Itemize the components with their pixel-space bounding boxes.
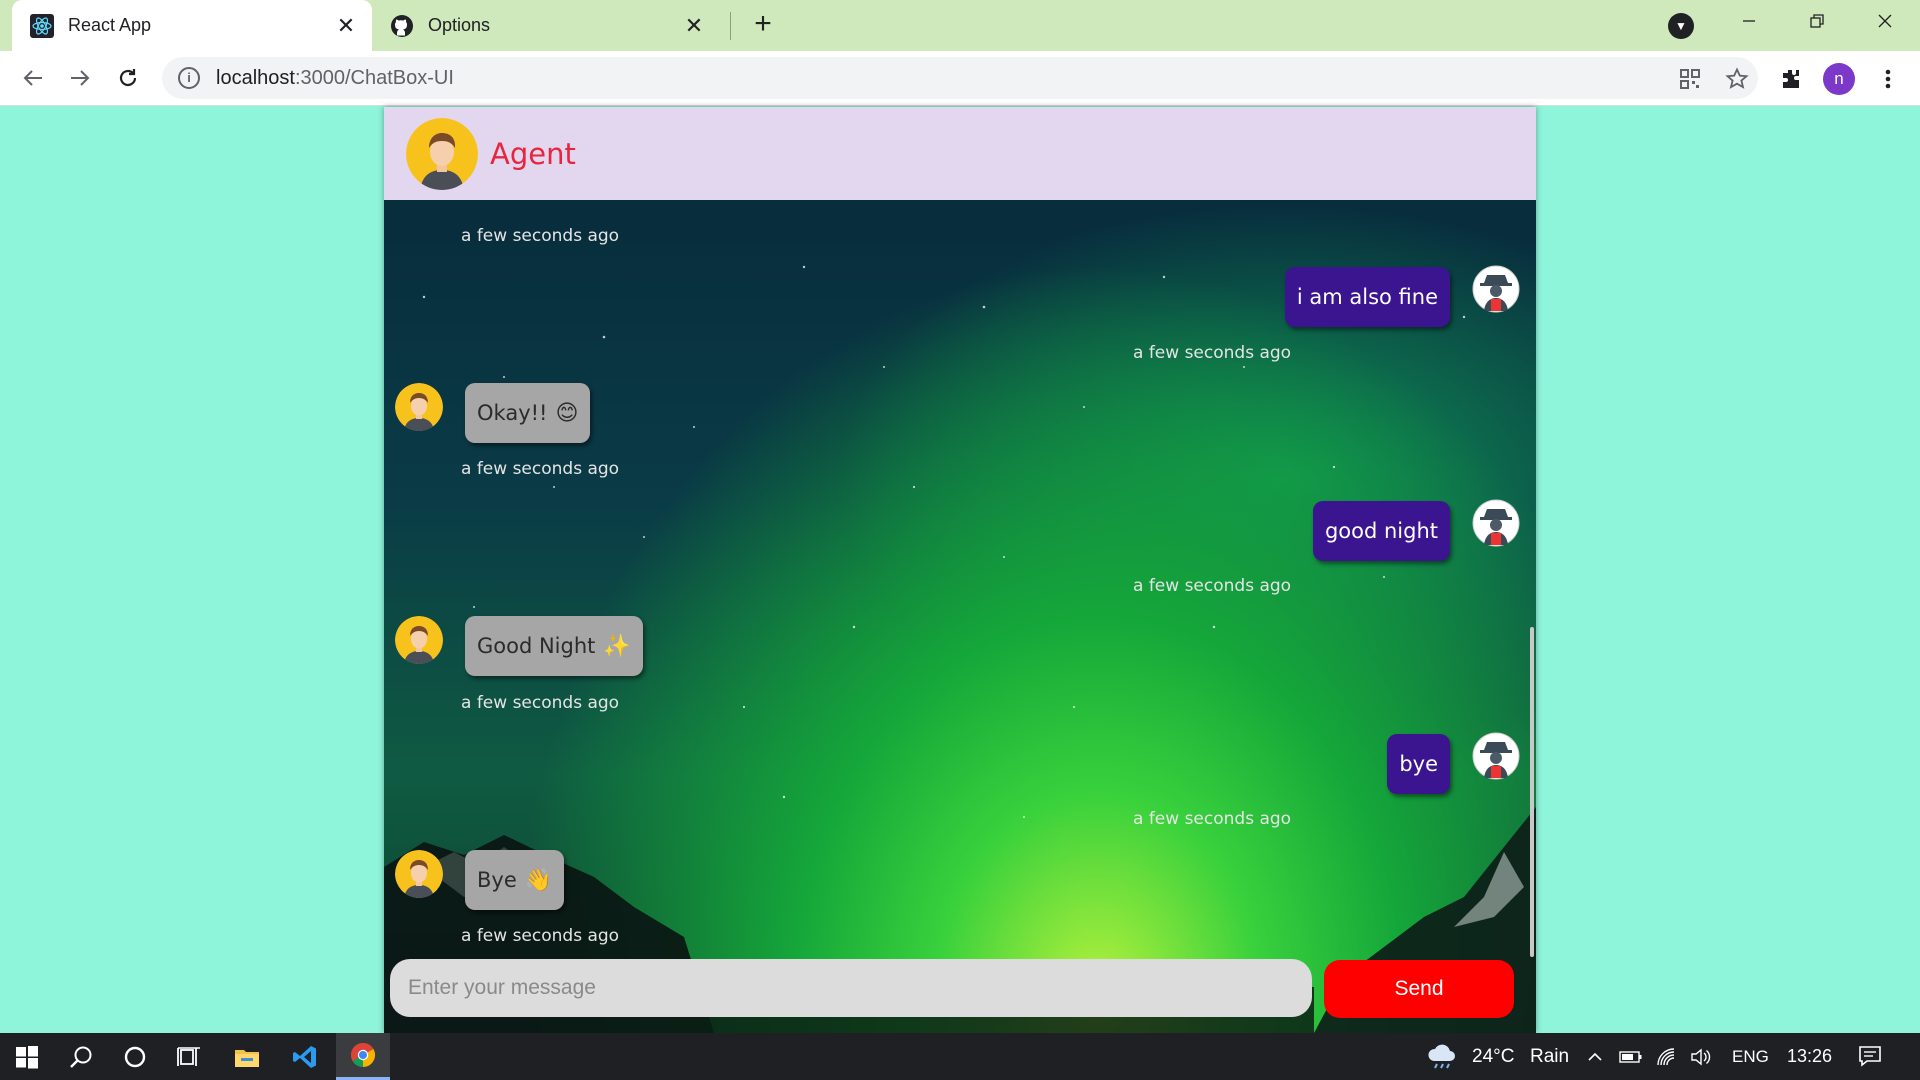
close-window-button[interactable] — [1856, 0, 1914, 42]
message-timestamp: a few seconds ago — [1133, 576, 1292, 596]
tab-title: Options — [428, 15, 491, 35]
message-text: Good Night — [477, 634, 596, 658]
smiley-emoji-icon: 😊 — [555, 400, 579, 426]
user-message-bubble: bye — [1387, 734, 1450, 794]
cortana-icon[interactable] — [108, 1033, 162, 1080]
restore-button[interactable] — [1788, 0, 1846, 42]
tab-options[interactable]: Options ✕ — [378, 0, 720, 51]
tab-separator — [730, 12, 731, 40]
user-message-bubble: good night — [1312, 501, 1450, 561]
sparkles-emoji-icon: ✨ — [603, 633, 631, 659]
address-bar[interactable]: i localhost:3000/ChatBox-UI — [162, 57, 1758, 99]
url-host: localhost — [216, 66, 295, 89]
tab-react-app[interactable]: React App ✕ — [12, 0, 372, 51]
chat-box: Agent a few seconds ago i am also fine a… — [384, 107, 1536, 1033]
battery-icon[interactable] — [1619, 1045, 1643, 1069]
url-path: :3000/ChatBox-UI — [294, 66, 454, 89]
chat-header: Agent — [384, 107, 1536, 200]
reload-button[interactable] — [111, 61, 145, 95]
info-icon[interactable]: i — [178, 67, 200, 89]
agent-avatar — [395, 616, 443, 664]
browser-toolbar: i localhost:3000/ChatBox-UI n — [0, 51, 1920, 106]
message-text: Bye — [477, 868, 517, 892]
message-timestamp: a few seconds ago — [1133, 343, 1292, 363]
waving-hand-emoji-icon: 👋 — [524, 867, 553, 893]
message-timestamp: a few seconds ago — [461, 926, 620, 946]
close-icon[interactable]: ✕ — [334, 13, 358, 38]
user-message-bubble: i am also fine — [1284, 267, 1450, 327]
chevron-up-icon[interactable] — [1583, 1045, 1607, 1069]
react-icon — [30, 13, 54, 38]
weather-temperature: 24°C — [1472, 1046, 1515, 1067]
message-text: Okay!! — [477, 401, 548, 425]
message-text: bye — [1399, 752, 1438, 776]
new-tab-button[interactable]: + — [748, 9, 778, 40]
bookmark-star-icon[interactable] — [1723, 65, 1751, 93]
weather-rain-icon[interactable] — [1426, 1043, 1458, 1071]
message-text: i am also fine — [1296, 285, 1438, 309]
message-input[interactable] — [390, 959, 1312, 1017]
user-avatar — [1472, 499, 1520, 547]
message-timestamp: a few seconds ago — [1133, 809, 1292, 829]
more-menu-icon[interactable] — [1872, 63, 1904, 95]
windows-taskbar: 24°C Rain ENG 13:26 — [0, 1033, 1920, 1080]
github-icon — [390, 14, 414, 38]
extensions-icon[interactable] — [1775, 63, 1807, 95]
message-timestamp: a few seconds ago — [461, 693, 620, 713]
agent-message-bubble: Okay!! 😊 — [465, 383, 591, 443]
chat-scrollbar[interactable] — [1530, 627, 1534, 957]
back-button[interactable] — [16, 61, 50, 95]
system-clock[interactable]: 13:26 — [1787, 1033, 1832, 1080]
agent-name: Agent — [490, 136, 576, 171]
wifi-icon[interactable] — [1655, 1045, 1679, 1069]
volume-icon[interactable] — [1689, 1045, 1713, 1069]
send-button[interactable]: Send — [1324, 960, 1514, 1018]
agent-avatar — [395, 383, 443, 431]
windows-start-icon[interactable] — [0, 1033, 54, 1080]
browser-tab-strip: React App ✕ Options ✕ + ▼ — [0, 0, 1920, 51]
user-avatar — [1472, 732, 1520, 780]
url-text: localhost:3000/ChatBox-UI — [216, 67, 454, 90]
message-text: good night — [1324, 519, 1438, 543]
qr-code-icon[interactable] — [1676, 65, 1704, 93]
chrome-icon[interactable] — [336, 1033, 390, 1080]
weather-condition: Rain — [1530, 1046, 1570, 1067]
input-language[interactable]: ENG — [1732, 1033, 1769, 1080]
file-explorer-icon[interactable] — [220, 1033, 274, 1080]
close-icon[interactable]: ✕ — [682, 13, 706, 38]
minimize-button[interactable] — [1720, 0, 1778, 42]
message-timestamp: a few seconds ago — [461, 226, 620, 246]
profile-avatar[interactable]: n — [1823, 63, 1855, 95]
search-icon[interactable] — [54, 1033, 108, 1080]
reload-icon — [119, 69, 137, 87]
agent-message-bubble: Good Night ✨ — [465, 616, 643, 676]
arrow-left-icon — [23, 70, 42, 86]
notifications-icon[interactable] — [1858, 1044, 1882, 1068]
tab-search-icon[interactable]: ▼ — [1668, 13, 1694, 39]
task-view-icon[interactable] — [162, 1033, 216, 1080]
message-timestamp: a few seconds ago — [461, 459, 620, 479]
agent-avatar — [395, 850, 443, 898]
agent-message-bubble: Bye 👋 — [465, 850, 565, 910]
forward-button[interactable] — [63, 61, 97, 95]
user-avatar — [1472, 265, 1520, 313]
arrow-right-icon — [71, 70, 90, 86]
agent-avatar — [406, 117, 478, 190]
vscode-icon[interactable] — [278, 1033, 332, 1080]
tab-title: React App — [68, 15, 152, 35]
